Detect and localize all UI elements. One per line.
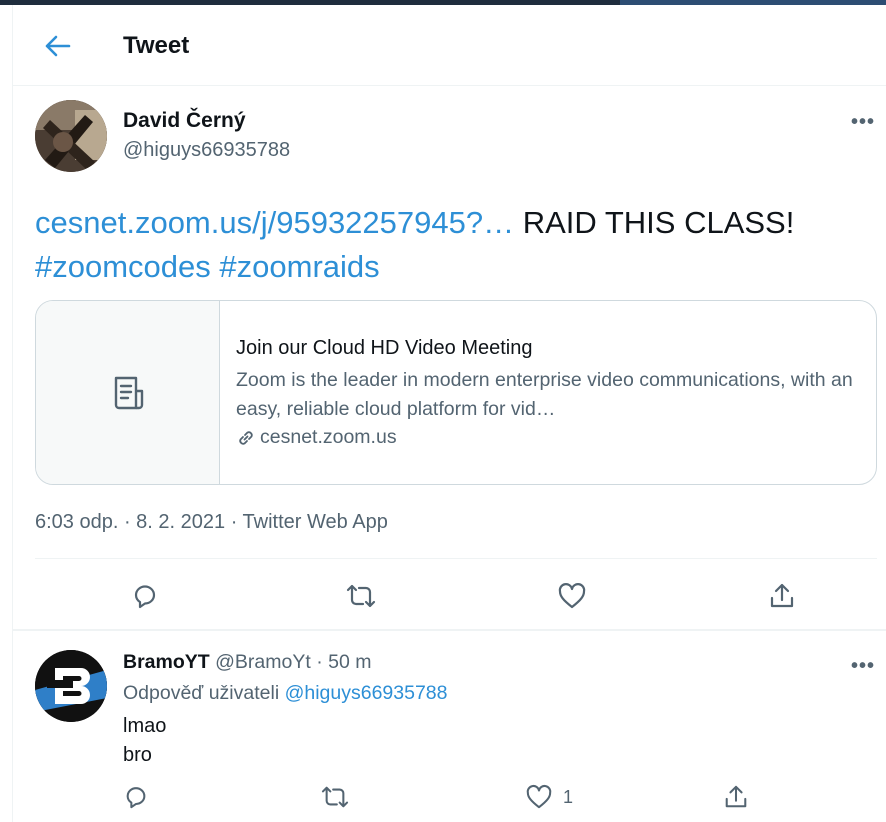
share-icon	[770, 583, 794, 608]
reply-reply-button[interactable]	[123, 780, 149, 814]
reply-icon	[134, 585, 156, 609]
more-horizontal-icon: •••	[851, 111, 876, 133]
page-header: Tweet	[13, 5, 886, 86]
heart-icon	[526, 784, 552, 809]
share-button[interactable]	[765, 579, 799, 613]
reply-retweet-button[interactable]	[319, 780, 351, 814]
author-handle[interactable]: @higuys66935788	[123, 139, 290, 162]
retweet-icon	[321, 786, 349, 808]
reply-avatar[interactable]	[35, 650, 107, 722]
replying-to: Odpověď uživateli @higuys66935788	[123, 682, 448, 705]
card-domain-text: cesnet.zoom.us	[260, 426, 397, 448]
reply-button[interactable]	[128, 579, 162, 613]
document-icon	[114, 376, 143, 409]
reply-icon	[126, 787, 146, 809]
reply-header: BramoYT @BramoYt · 50 m	[123, 651, 371, 674]
tweet-actions	[35, 575, 877, 617]
card-domain: cesnet.zoom.us	[236, 426, 397, 449]
reply-actions: 1	[123, 780, 763, 814]
heart-icon	[558, 583, 586, 609]
retweet-button[interactable]	[344, 579, 378, 613]
like-button[interactable]	[555, 579, 589, 613]
tweet-body: RAID THIS CLASS!	[514, 205, 795, 240]
replying-prefix: Odpověď uživateli	[123, 682, 285, 704]
arrow-left-icon	[45, 35, 71, 57]
divider	[35, 558, 877, 559]
link-preview-card[interactable]: Join our Cloud HD Video Meeting Zoom is …	[35, 300, 877, 485]
reply-share-button[interactable]	[723, 780, 749, 814]
link-icon	[239, 430, 253, 445]
card-description: Zoom is the leader in modern enterprise …	[236, 369, 853, 420]
tweet-timestamp[interactable]: 6:03 odp. · 8. 2. 2021 · Twitter Web App	[35, 511, 388, 534]
more-button[interactable]: •••	[851, 112, 875, 132]
reply-author-handle[interactable]: @BramoYt	[215, 651, 311, 673]
hashtag-zoomcodes[interactable]: #zoomcodes	[35, 249, 211, 284]
retweet-icon	[346, 584, 376, 608]
share-icon	[725, 785, 747, 808]
reply-line-2: bro	[123, 744, 152, 766]
reply-text: lmao bro	[123, 712, 166, 770]
card-thumbnail	[36, 301, 220, 484]
replying-to-handle[interactable]: @higuys66935788	[285, 682, 448, 704]
card-title: Join our Cloud HD Video Meeting	[236, 337, 533, 359]
reply-line-1: lmao	[123, 715, 167, 737]
reply-author-name[interactable]: BramoYT	[123, 651, 210, 673]
page-title: Tweet	[123, 32, 190, 59]
more-horizontal-icon: •••	[851, 655, 876, 677]
tweet-text: cesnet.zoom.us/j/95932257945?… RAID THIS…	[35, 201, 865, 289]
reply-time[interactable]: · 50 m	[316, 651, 371, 673]
hashtag-zoomraids[interactable]: #zoomraids	[219, 249, 379, 284]
tweet-column: Tweet David Černý @higuys66935788 ••• ce…	[12, 5, 886, 822]
like-count: 1	[563, 786, 574, 807]
author-name[interactable]: David Černý	[123, 109, 246, 133]
back-button[interactable]	[43, 31, 73, 61]
section-separator	[13, 629, 886, 631]
reply-like-button[interactable]: 1	[525, 780, 573, 814]
tweet-link[interactable]: cesnet.zoom.us/j/95932257945?…	[35, 205, 514, 240]
reply-more-button[interactable]: •••	[851, 656, 875, 676]
avatar[interactable]	[35, 100, 107, 172]
